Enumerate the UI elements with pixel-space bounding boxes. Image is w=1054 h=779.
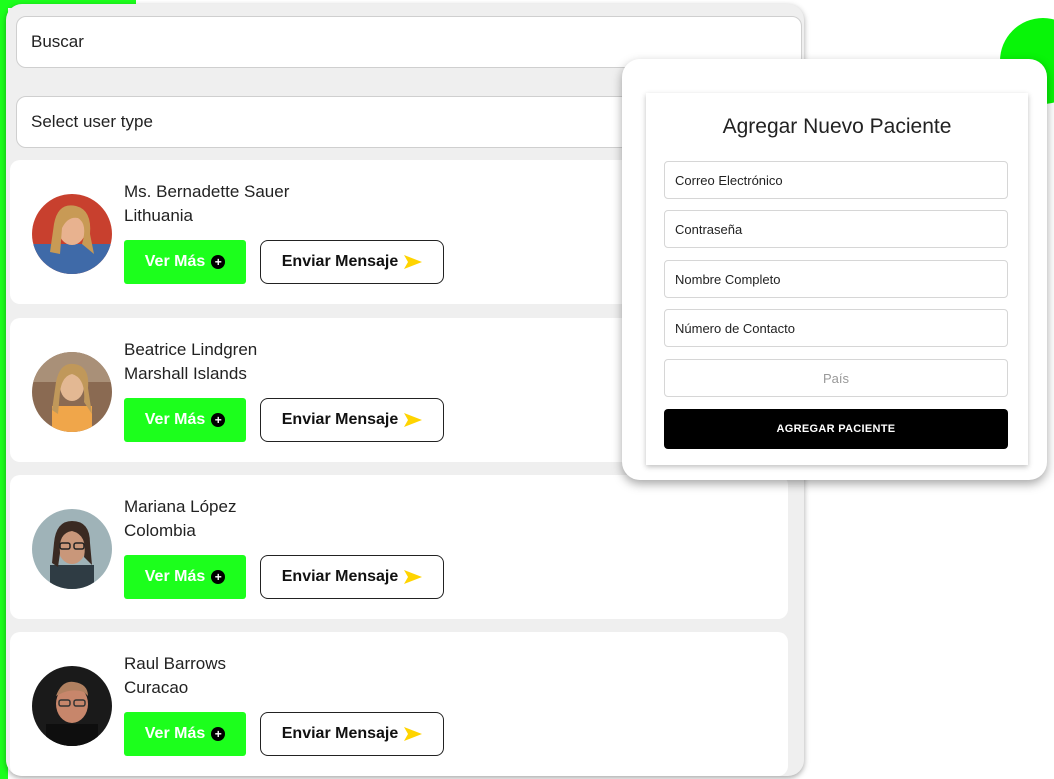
plus-circle-icon: + — [211, 413, 226, 427]
avatar — [32, 509, 112, 589]
add-patient-button[interactable]: AGREGAR PACIENTE — [664, 409, 1008, 449]
avatar — [32, 666, 112, 746]
patient-card: Mariana López Colombia Ver Más + Enviar … — [10, 475, 788, 619]
patient-country: Marshall Islands — [124, 364, 247, 383]
send-message-label: Enviar Mensaje — [281, 568, 399, 585]
country-field-placeholder: País — [822, 370, 849, 386]
view-more-button[interactable]: Ver Más + — [124, 240, 246, 284]
view-more-label: Ver Más — [144, 725, 206, 742]
patient-country: Curacao — [124, 678, 189, 697]
country-field[interactable]: País — [664, 359, 1008, 397]
patient-name: Mariana López — [124, 497, 237, 516]
avatar — [32, 194, 112, 274]
password-field[interactable]: Contraseña — [664, 210, 1008, 248]
avatar — [32, 352, 112, 432]
plus-circle-icon: + — [211, 255, 226, 269]
email-field[interactable]: Correo Electrónico — [664, 161, 1008, 199]
send-message-label: Enviar Mensaje — [281, 253, 399, 270]
patient-name: Beatrice Lindgren — [124, 340, 258, 359]
email-field-label: Correo Electrónico — [675, 172, 783, 188]
send-arrow-icon — [404, 727, 423, 741]
send-message-button[interactable]: Enviar Mensaje — [260, 712, 444, 756]
user-type-label: Select user type — [31, 112, 153, 131]
add-patient-form: Agregar Nuevo Paciente Correo Electrónic… — [646, 93, 1028, 465]
contact-number-field[interactable]: Número de Contacto — [664, 309, 1008, 347]
patient-name: Ms. Bernadette Sauer — [124, 182, 290, 201]
send-message-label: Enviar Mensaje — [281, 411, 399, 428]
send-message-label: Enviar Mensaje — [281, 725, 399, 742]
view-more-button[interactable]: Ver Más + — [124, 555, 246, 599]
view-more-button[interactable]: Ver Más + — [124, 712, 246, 756]
full-name-field[interactable]: Nombre Completo — [664, 260, 1008, 298]
send-message-button[interactable]: Enviar Mensaje — [260, 555, 444, 599]
patient-name: Raul Barrows — [124, 654, 227, 673]
plus-circle-icon: + — [211, 570, 226, 584]
password-field-label: Contraseña — [675, 221, 743, 237]
view-more-label: Ver Más — [144, 253, 206, 270]
search-label: Buscar — [31, 32, 84, 51]
view-more-label: Ver Más — [144, 411, 206, 428]
full-name-field-label: Nombre Completo — [675, 271, 781, 287]
send-arrow-icon — [404, 570, 423, 584]
patient-card: Raul Barrows Curacao Ver Más + Enviar Me… — [10, 632, 788, 776]
send-message-button[interactable]: Enviar Mensaje — [260, 240, 444, 284]
plus-circle-icon: + — [211, 727, 226, 741]
send-message-button[interactable]: Enviar Mensaje — [260, 398, 444, 442]
add-patient-dialog: Agregar Nuevo Paciente Correo Electrónic… — [622, 59, 1047, 480]
view-more-label: Ver Más — [144, 568, 206, 585]
send-arrow-icon — [404, 255, 423, 269]
view-more-button[interactable]: Ver Más + — [124, 398, 246, 442]
send-arrow-icon — [404, 413, 423, 427]
contact-number-field-label: Número de Contacto — [675, 320, 795, 336]
form-title: Agregar Nuevo Paciente — [722, 115, 952, 138]
patient-country: Colombia — [124, 521, 196, 540]
patient-country: Lithuania — [124, 206, 194, 225]
